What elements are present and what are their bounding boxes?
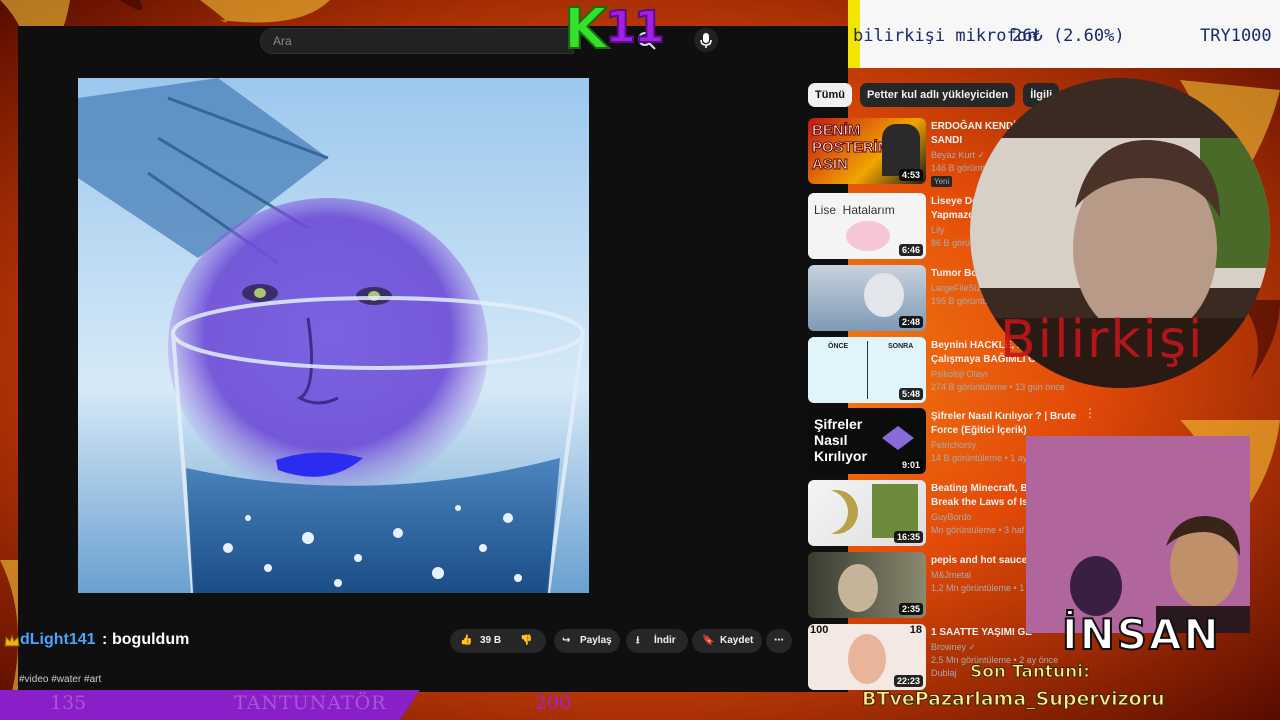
last-tantuni-label: Son Tantuni:: [970, 662, 1091, 683]
channel-name[interactable]: M&Jmetal: [931, 570, 971, 580]
more-options-icon[interactable]: ⋮: [1084, 406, 1096, 420]
guest-webcam: [1026, 436, 1250, 633]
voice-search-button[interactable]: [694, 28, 718, 52]
verified-icon: ✓: [968, 642, 977, 652]
channel-name[interactable]: Beyaz Kurt ✓: [931, 150, 985, 161]
thumbnail-text: Şifreler Nasıl Kırılıyor: [814, 416, 867, 464]
save-label: Kaydet: [720, 635, 754, 646]
crescent-icon: [814, 490, 858, 534]
more-actions-button[interactable]: ⋯: [766, 629, 792, 653]
crown-icon: [4, 634, 20, 647]
channel-name[interactable]: GuyBordo: [931, 512, 972, 522]
chat-text: boguldum: [112, 631, 190, 648]
search-input[interactable]: Ara: [260, 28, 574, 54]
bookmark-icon: 🔖: [702, 635, 715, 646]
video-meta: 86 B görün: [931, 238, 976, 248]
thumbnail-text-after: SONRA: [888, 343, 914, 350]
thumbnail-figure: [848, 634, 886, 684]
ticker-name: bilirkişi mikrofon: [853, 26, 1038, 46]
like-count: 39 B: [480, 635, 502, 646]
channel-name[interactable]: Petrichorsy: [931, 440, 976, 450]
thumbnail-text-left: 100: [810, 624, 829, 636]
thumbnail-figure: [846, 221, 890, 251]
video-duration: 5:48: [898, 388, 923, 400]
ticker-symbol: TRY1000: [1200, 26, 1272, 46]
video-duration: 2:35: [898, 603, 923, 615]
thumbnail-figure: [838, 564, 878, 612]
video-thumbnail: 100 18 22:23: [808, 624, 926, 690]
video-meta: 274 B görüntüleme • 13 gün önce: [931, 382, 1065, 392]
chat-message: dLight141 : boguldum: [0, 626, 450, 656]
thumbnail-divider: [867, 341, 868, 399]
chat-username: dLight141: [20, 631, 96, 648]
share-icon: ↪: [562, 635, 571, 646]
video-duration: 9:01: [898, 459, 923, 471]
video-duration: 4:53: [898, 169, 923, 181]
thumbnail-text-right: 18: [909, 624, 922, 636]
mic-icon: [700, 33, 712, 48]
logo-k: K: [563, 0, 608, 63]
chat-separator: :: [102, 631, 108, 648]
filter-chips: Tümü Petter kul adlı yükleyiciden İlgili: [808, 83, 1060, 107]
video-thumbnail: BENİM POSTERİM ASIN 4:53: [808, 118, 926, 184]
goal-current: 135: [50, 692, 87, 714]
lock-icon: [882, 426, 914, 450]
share-button[interactable]: ↪ Paylaş: [554, 629, 620, 653]
video-meta: 14 B görüntüleme • 1 ay: [931, 453, 1028, 463]
save-button[interactable]: 🔖 Kaydet: [692, 629, 762, 653]
video-duration: 22:23: [893, 675, 923, 687]
video-duration: 6:46: [898, 244, 923, 256]
download-icon: ⭳: [636, 635, 640, 646]
video-thumbnail: ÖNCE SONRA 5:48: [808, 337, 926, 403]
video-player[interactable]: [78, 78, 589, 593]
logo-number: 11: [604, 1, 665, 54]
thumbnail-text: Lise Hatalarım: [814, 203, 895, 217]
download-label: İndir: [654, 635, 676, 646]
guest-label: İNSAN: [1061, 609, 1221, 660]
channel-name[interactable]: Browney ✓: [931, 642, 976, 653]
goal-target: 200: [535, 692, 572, 714]
dubbing-label: Dublaj: [931, 668, 957, 678]
video-thumbnail: 16:35: [808, 480, 926, 546]
k11-logo: K11: [563, 0, 666, 66]
stock-ticker: bilirkişi mikrofon 26₺ (2.60%) TRY1000: [848, 0, 1280, 68]
goal-title: TANTUNATÖR: [234, 692, 387, 714]
chip-all[interactable]: Tümü: [808, 83, 852, 107]
video-title[interactable]: Şifreler Nasıl Kırılıyor ? | Brute Force…: [931, 410, 1101, 438]
verified-icon: ✓: [977, 150, 986, 160]
last-donor-name: BTvePazarlama_Supervizoru: [862, 688, 1166, 711]
video-meta: 1,2 Mn görüntüleme • 1 a: [931, 583, 1032, 593]
hashtags[interactable]: #video #water #art: [19, 674, 101, 685]
channel-name[interactable]: Psikoloji Olayı: [931, 369, 988, 379]
share-label: Paylaş: [580, 635, 612, 646]
video-thumbnail: Lise Hatalarım 6:46: [808, 193, 926, 259]
video-duration: 2:48: [898, 316, 923, 328]
video-thumbnail: 2:48: [808, 265, 926, 331]
new-badge: Yeni: [931, 176, 953, 187]
video-thumbnail: 2:35: [808, 552, 926, 618]
channel-name[interactable]: Lily: [931, 225, 945, 235]
video-thumbnail: Şifreler Nasıl Kırılıyor 9:01: [808, 408, 926, 474]
like-icon[interactable]: 👍: [460, 629, 472, 653]
more-options-icon: ⋯: [774, 635, 784, 646]
thumbnail-figure: [864, 273, 904, 317]
dislike-icon[interactable]: 👎: [520, 629, 532, 653]
chip-uploader[interactable]: Petter kul adlı yükleyiciden: [859, 83, 1016, 107]
video-meta: Mn görüntüleme • 3 haf: [931, 525, 1025, 535]
like-dislike-group: 👍 39 B 👎: [450, 629, 546, 653]
thumbnail-text-before: ÖNCE: [828, 343, 849, 350]
streamer-name: Bilirkişi: [1000, 310, 1205, 370]
video-duration: 16:35: [893, 531, 923, 543]
thumbnail-text: BENİM POSTERİM ASIN: [812, 122, 891, 174]
video-meta: 146 B görüntü: [931, 163, 988, 173]
ticker-price: 26₺ (2.60%): [1012, 26, 1125, 46]
thumbnail-figure: [872, 484, 918, 538]
download-button[interactable]: ⭳ İndir: [626, 629, 688, 653]
